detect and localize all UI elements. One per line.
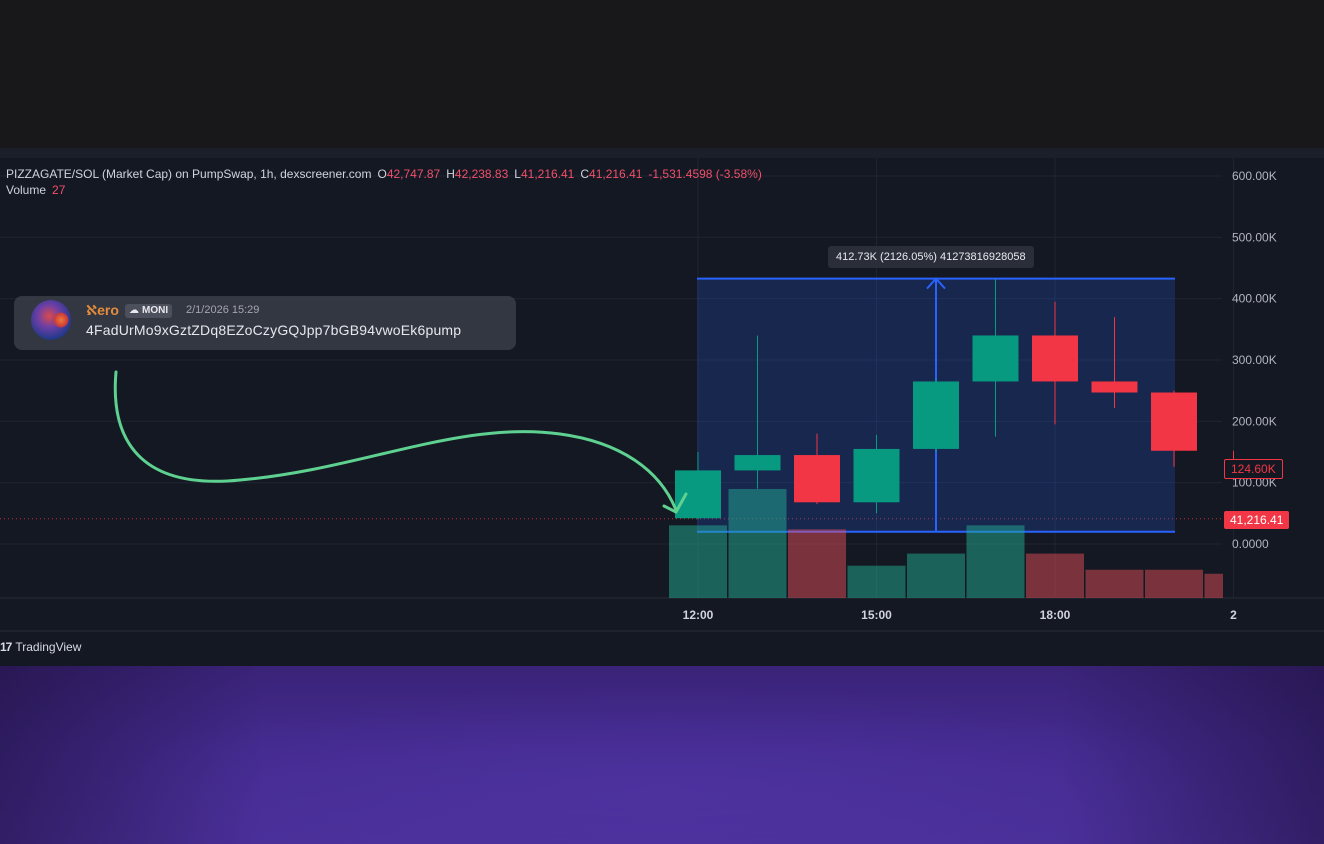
legend-volume-label: Volume [6,183,47,197]
measure-label: 412.73K (2126.05%) 41273816928058 [828,246,1034,268]
volume-bar [907,553,965,598]
chart-legend: PIZZAGATE/SOL (Market Cap) on PumpSwap, … [6,166,762,198]
candle-body [734,455,781,471]
legend-volume-value: 27 [52,183,66,197]
annotation-arrow [113,370,678,512]
tradingview-mark-icon: 17 [0,640,12,654]
volume-bar [847,565,906,598]
volume-bar [1026,553,1084,598]
tradingview-logo[interactable]: 17 TradingView [0,640,81,654]
message-card[interactable]: ℵero ☁ MONI 2/1/2026 15:29 4FadUrMo9xGztZ… [14,296,516,350]
last-candle-price-tag: 124.60K [1224,458,1283,479]
current-price-tag: 41,216.41 [1224,510,1290,529]
legend-change: -1,531.4598 (-3.58%) [648,167,762,181]
legend-volume-row: Volume 27 [6,182,762,198]
volume-bar [1085,569,1144,598]
avatar[interactable] [31,300,71,340]
message-author[interactable]: ℵero [86,302,119,319]
candle-body [1151,392,1197,451]
x-axis-tick-label: 15:00 [861,608,892,622]
x-axis-tick-label: 18:00 [1040,608,1071,622]
candle-body [675,470,721,519]
candle [913,378,959,452]
badge-icon: ☁ [129,305,139,316]
legend-close-value: 41,216.41 [589,167,643,181]
volume-bar [669,525,727,598]
legend-high-label: H [446,167,455,181]
message-text[interactable]: 4FadUrMo9xGztZDq8EZoCzyGQJpp7bGB94vwoEk6… [86,322,461,338]
legend-ohlc-row: PIZZAGATE/SOL (Market Cap) on PumpSwap, … [6,166,762,182]
volume-bar [966,525,1025,598]
legend-open-label: O [377,167,387,181]
candle-body [794,455,840,503]
legend-low-value: 41,216.41 [520,167,575,181]
y-axis-tick-label: 400.00K [1232,292,1277,306]
legend-open-value: 42,747.87 [386,167,441,181]
x-axis-tick-label: 12:00 [683,608,714,622]
candle-body [1091,381,1138,393]
legend-close-label: C [580,167,590,181]
volume-bar [1204,573,1223,598]
volume-bar [788,529,846,598]
candle-body [1032,335,1078,382]
legend-low-label: L [514,167,521,181]
y-axis-tick-label: 200.00K [1232,414,1277,428]
volume-bar [1145,569,1203,598]
tradingview-logo-text: TradingView [15,640,82,654]
y-axis-tick-label: 500.00K [1232,230,1277,244]
candlestick-chart[interactable]: 600.00K500.00K400.00K300.00K200.00K100.0… [0,0,1324,844]
volume-bar [728,489,787,598]
y-axis-tick-label: 0.0000 [1232,537,1269,551]
y-axis-tick-label: 600.00K [1232,169,1277,183]
message-timestamp: 2/1/2026 15:29 [186,304,260,316]
role-badge: ☁ MONI [125,304,173,318]
candle-body [913,381,959,449]
role-badge-label: MONI [142,305,169,316]
legend-high-value: 42,238.83 [454,167,509,181]
legend-pair: PIZZAGATE/SOL (Market Cap) on PumpSwap, … [6,167,372,181]
x-axis-tick-label: 2 [1230,608,1237,622]
y-axis-tick-label: 300.00K [1232,353,1277,367]
candle-body [853,448,900,503]
candle-body [972,335,1019,382]
